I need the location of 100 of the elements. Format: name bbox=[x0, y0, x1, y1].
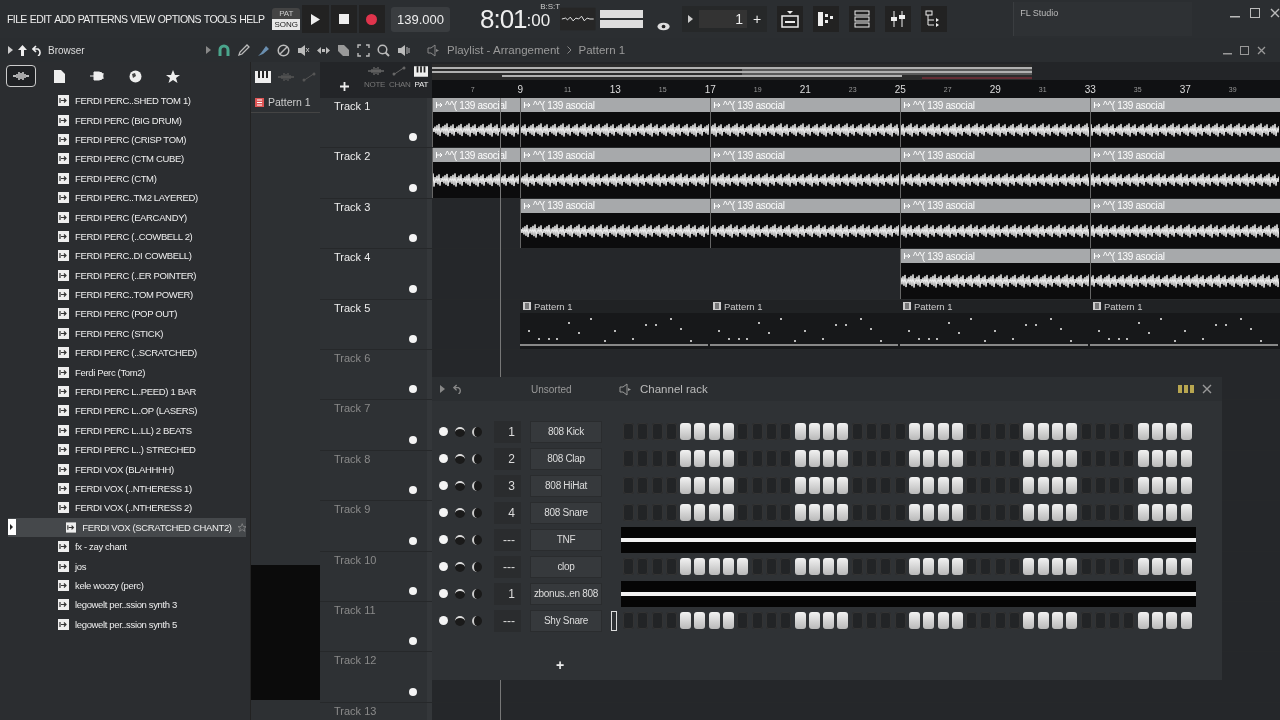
step-button[interactable] bbox=[1166, 423, 1178, 440]
step-button[interactable] bbox=[1023, 504, 1035, 521]
step-button[interactable] bbox=[951, 612, 963, 629]
step-button[interactable] bbox=[1180, 612, 1192, 629]
pan-knob[interactable] bbox=[455, 561, 465, 572]
pan-knob[interactable] bbox=[455, 480, 465, 491]
step-button[interactable] bbox=[1137, 450, 1149, 467]
channel-select-marker[interactable] bbox=[611, 610, 617, 631]
step-button[interactable] bbox=[708, 558, 720, 575]
step-button[interactable] bbox=[723, 450, 735, 467]
menu-item[interactable]: EDIT bbox=[29, 13, 52, 25]
step-button[interactable] bbox=[908, 612, 920, 629]
channel-name-button[interactable]: 808 Clap bbox=[530, 447, 602, 470]
browser-item[interactable]: jos bbox=[0, 556, 250, 576]
step-button[interactable] bbox=[937, 423, 949, 440]
step-button[interactable] bbox=[708, 612, 720, 629]
step-button[interactable] bbox=[951, 558, 963, 575]
channel-name-button[interactable]: 808 Snare bbox=[530, 501, 602, 524]
eye-icon[interactable] bbox=[656, 21, 670, 31]
step-button[interactable] bbox=[1180, 450, 1192, 467]
step-button[interactable] bbox=[808, 612, 820, 629]
step-button[interactable] bbox=[808, 423, 820, 440]
browser-item[interactable]: FERDI PERC..TM2 LAYERED) bbox=[0, 187, 250, 208]
maximize-icon[interactable] bbox=[1240, 45, 1249, 55]
step-button[interactable] bbox=[680, 612, 692, 629]
mixer-track-field[interactable]: 3 bbox=[494, 474, 521, 497]
step-button[interactable] bbox=[923, 423, 935, 440]
track-name[interactable]: Track 5 bbox=[334, 301, 371, 314]
time-format-label[interactable]: B:S:T bbox=[540, 1, 561, 11]
track-name[interactable]: Track 2 bbox=[334, 150, 371, 163]
expand-arrow-icon[interactable] bbox=[8, 46, 13, 54]
browser-item[interactable]: FERDI PERC (CRISP TOM) bbox=[0, 129, 250, 150]
track-mute-switch[interactable] bbox=[409, 385, 417, 394]
pan-knob[interactable] bbox=[455, 588, 465, 599]
browser-item[interactable]: FERDI PERC..DI COWBELL) bbox=[0, 246, 250, 266]
step-button[interactable] bbox=[937, 558, 949, 575]
menu-item[interactable]: HELP bbox=[239, 13, 265, 25]
volume-knob[interactable] bbox=[472, 561, 482, 572]
step-button[interactable] bbox=[723, 558, 735, 575]
mixer-track-field[interactable]: --- bbox=[494, 609, 521, 632]
speaker-icon[interactable] bbox=[427, 43, 440, 57]
mute-switch[interactable] bbox=[439, 454, 448, 463]
record-button[interactable] bbox=[358, 5, 385, 33]
track-mute-switch[interactable] bbox=[409, 183, 417, 192]
step-button[interactable] bbox=[1023, 477, 1035, 494]
track-mute-switch[interactable] bbox=[409, 284, 417, 293]
play-icon[interactable] bbox=[687, 15, 693, 23]
step-button[interactable] bbox=[808, 504, 820, 521]
step-button[interactable] bbox=[1066, 612, 1078, 629]
track-mute-switch[interactable] bbox=[409, 133, 417, 142]
step-button[interactable] bbox=[808, 450, 820, 467]
piano-icon[interactable] bbox=[254, 71, 271, 83]
track-mute-switch[interactable] bbox=[409, 334, 417, 343]
browser-item[interactable]: FERDI PERC (EARCANDY) bbox=[0, 207, 250, 227]
mute-switch[interactable] bbox=[439, 535, 448, 544]
step-button[interactable] bbox=[1137, 504, 1149, 521]
channel-name-button[interactable]: 808 Kick bbox=[530, 420, 602, 443]
track-name[interactable]: Track 8 bbox=[334, 452, 371, 465]
play-icon[interactable] bbox=[440, 385, 445, 393]
step-button[interactable] bbox=[923, 612, 935, 629]
pattern-clip[interactable]: Pattern 1 bbox=[1090, 299, 1280, 349]
step-button[interactable] bbox=[737, 558, 749, 575]
piano-roll-preview[interactable] bbox=[621, 526, 1196, 553]
step-button[interactable] bbox=[908, 450, 920, 467]
pan-knob[interactable] bbox=[455, 507, 465, 518]
step-button[interactable] bbox=[723, 504, 735, 521]
step-button[interactable] bbox=[951, 477, 963, 494]
step-button[interactable] bbox=[823, 450, 835, 467]
step-button[interactable] bbox=[680, 450, 692, 467]
close-icon[interactable] bbox=[1202, 384, 1212, 394]
list-icon[interactable] bbox=[849, 6, 876, 32]
step-button[interactable] bbox=[1023, 558, 1035, 575]
browser-item[interactable]: FERDI PERC L..PEED) 1 BAR bbox=[0, 381, 250, 402]
step-button[interactable] bbox=[937, 477, 949, 494]
magnet-icon[interactable] bbox=[218, 44, 230, 56]
menu-item[interactable]: VIEW bbox=[130, 13, 155, 25]
step-button[interactable] bbox=[808, 477, 820, 494]
mixer-track-field[interactable]: 1 bbox=[494, 582, 521, 605]
browser-item[interactable]: FERDI PERC (..COWBELL 2) bbox=[0, 226, 250, 247]
step-button[interactable] bbox=[951, 450, 963, 467]
pan-knob[interactable] bbox=[455, 534, 465, 545]
channel-name-button[interactable]: TNF bbox=[530, 528, 602, 551]
mute-switch[interactable] bbox=[439, 481, 448, 490]
step-button[interactable] bbox=[1051, 423, 1063, 440]
pencil-icon[interactable] bbox=[237, 43, 250, 57]
view-label[interactable]: NOTE bbox=[364, 80, 386, 89]
step-button[interactable] bbox=[708, 450, 720, 467]
stop-button[interactable] bbox=[330, 5, 357, 33]
browser-item[interactable]: fx - zay chant bbox=[0, 537, 250, 557]
step-button[interactable] bbox=[708, 423, 720, 440]
step-button[interactable] bbox=[1037, 504, 1049, 521]
track-mute-switch[interactable] bbox=[409, 637, 417, 646]
step-button[interactable] bbox=[1023, 450, 1035, 467]
step-button[interactable] bbox=[794, 558, 806, 575]
browser-item[interactable]: FERDI PERC (..ER POINTER) bbox=[0, 265, 250, 285]
close-icon[interactable] bbox=[1257, 45, 1266, 55]
step-sequencer-icon[interactable] bbox=[813, 6, 840, 32]
piano-roll-preview[interactable] bbox=[621, 580, 1196, 607]
browser-item[interactable]: FERDI PERC L..OP (LASERS) bbox=[0, 401, 250, 421]
song-mode-switch[interactable]: PAT SONG bbox=[272, 8, 301, 30]
